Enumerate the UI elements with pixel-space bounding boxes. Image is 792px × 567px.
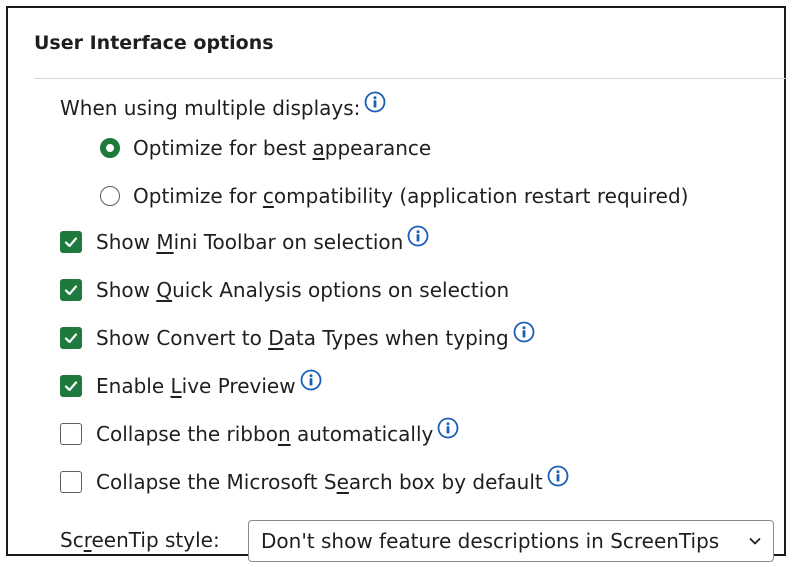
- info-icon[interactable]: [407, 225, 429, 247]
- radio-button-unselected[interactable]: [100, 186, 120, 206]
- checkbox-row-quick-analysis[interactable]: Show Quick Analysis options on selection: [60, 278, 509, 302]
- radio-compatibility[interactable]: Optimize for compatibility (application …: [100, 184, 689, 208]
- info-icon[interactable]: [364, 91, 386, 113]
- radio-best-appearance[interactable]: Optimize for best appearance: [100, 136, 431, 160]
- info-icon[interactable]: [300, 369, 322, 391]
- radio-label: Optimize for compatibility (application …: [133, 184, 689, 208]
- checkbox-row-data-types[interactable]: Show Convert to Data Types when typing: [60, 321, 535, 350]
- chevron-down-icon: [749, 538, 761, 545]
- checkbox-label: Enable Live Preview: [96, 374, 296, 398]
- info-icon[interactable]: [437, 417, 459, 439]
- checkbox-label: Collapse the Microsoft Search box by def…: [96, 470, 543, 494]
- options-panel: User Interface options When using multip…: [6, 6, 788, 562]
- screentip-label: ScreenTip style:: [60, 528, 220, 552]
- checkbox-row-collapse-search[interactable]: Collapse the Microsoft Search box by def…: [60, 465, 569, 494]
- checkbox-row-live-preview[interactable]: Enable Live Preview: [60, 369, 322, 398]
- section-divider: [34, 78, 788, 79]
- checkmark-icon: [64, 237, 78, 248]
- checkbox-label: Show Mini Toolbar on selection: [96, 230, 404, 254]
- checkmark-icon: [64, 285, 78, 296]
- radio-button-selected[interactable]: [100, 138, 120, 158]
- checkbox-row-mini-toolbar[interactable]: Show Mini Toolbar on selection: [60, 225, 429, 254]
- checkbox-unchecked[interactable]: [60, 423, 82, 445]
- section-title: User Interface options: [34, 32, 274, 54]
- screentip-selected-value: Don't show feature descriptions in Scree…: [261, 529, 720, 553]
- checkbox-checked[interactable]: [60, 327, 82, 349]
- screentip-style-select[interactable]: Don't show feature descriptions in Scree…: [248, 520, 774, 562]
- checkmark-icon: [64, 381, 78, 392]
- checkbox-checked[interactable]: [60, 279, 82, 301]
- radio-label: Optimize for best appearance: [133, 136, 432, 160]
- checkbox-checked[interactable]: [60, 375, 82, 397]
- checkbox-unchecked[interactable]: [60, 471, 82, 493]
- checkbox-label: Show Quick Analysis options on selection: [96, 278, 510, 302]
- info-icon[interactable]: [513, 321, 535, 343]
- checkbox-label: Show Convert to Data Types when typing: [96, 326, 509, 350]
- checkmark-icon: [64, 333, 78, 344]
- multi-display-row: When using multiple displays:: [60, 91, 386, 120]
- multi-display-label: When using multiple displays:: [60, 96, 361, 120]
- checkbox-label: Collapse the ribbon automatically: [96, 422, 434, 446]
- checkbox-row-collapse-ribbon[interactable]: Collapse the ribbon automatically: [60, 417, 459, 446]
- info-icon[interactable]: [547, 465, 569, 487]
- checkbox-checked[interactable]: [60, 231, 82, 253]
